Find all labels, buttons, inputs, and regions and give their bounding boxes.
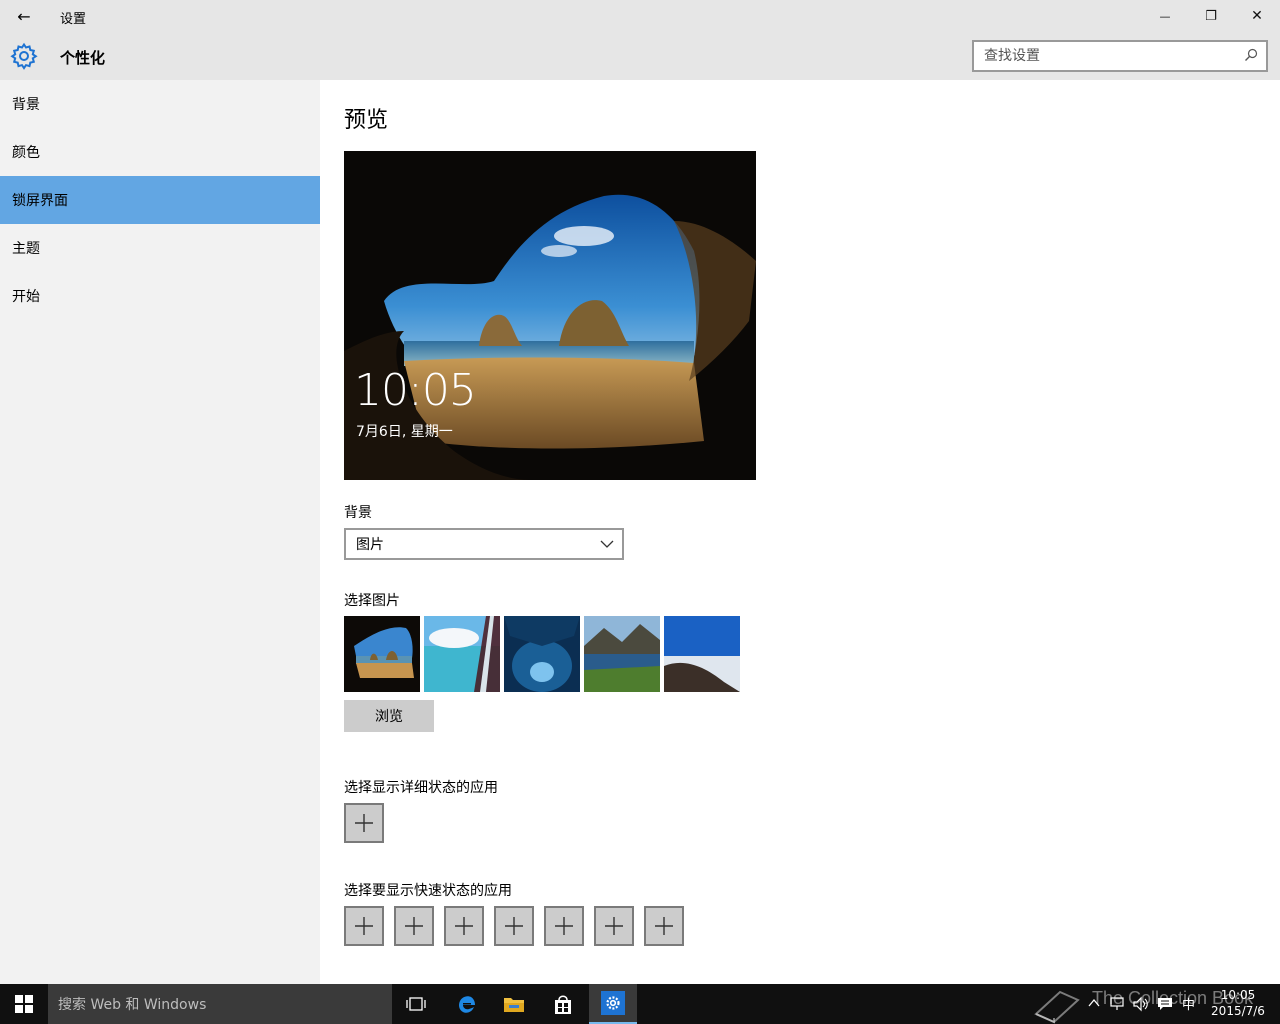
preview-date: 7月6日, 星期一	[356, 424, 453, 440]
back-arrow-icon: ←	[17, 6, 31, 26]
sidebar: 背景 颜色 锁屏界面 主题 开始	[0, 80, 320, 984]
add-detailed-status-app-button[interactable]	[344, 803, 384, 843]
edge-browser-button[interactable]	[442, 984, 490, 1024]
add-quick-status-app-button[interactable]	[494, 906, 534, 946]
plus-icon	[505, 917, 523, 935]
background-dropdown-value: 图片	[356, 537, 384, 553]
background-dropdown[interactable]: 图片	[344, 528, 624, 560]
chevron-down-icon	[600, 540, 614, 548]
back-button[interactable]: ←	[6, 0, 42, 32]
settings-taskbar-button[interactable]	[589, 984, 637, 1024]
input-method-indicator[interactable]: 中	[1182, 994, 1195, 1013]
search-box[interactable]	[972, 40, 1268, 72]
sidebar-item-label: 颜色	[12, 145, 40, 161]
quick-status-label: 选择要显示快速状态的应用	[344, 883, 512, 899]
lock-screen-preview: 10:05 7月6日, 星期一	[344, 151, 756, 480]
restore-icon: ❐	[1205, 8, 1217, 24]
choose-picture-label: 选择图片	[344, 593, 400, 609]
windows-logo-icon	[15, 995, 33, 1013]
network-icon[interactable]	[1110, 996, 1126, 1012]
detailed-status-label: 选择显示详细状态的应用	[344, 780, 498, 796]
sidebar-item-colors[interactable]: 颜色	[0, 128, 320, 176]
sidebar-item-themes[interactable]: 主题	[0, 224, 320, 272]
thumbnail-image	[424, 616, 500, 692]
thumbnail-image	[584, 616, 660, 692]
search-icon	[1245, 48, 1258, 61]
thumbnail-ice-cave[interactable]	[504, 616, 580, 692]
clock-date: 2015/7/6	[1211, 1004, 1265, 1018]
edge-icon	[459, 996, 475, 1013]
thumbnail-mountain-lake[interactable]	[584, 616, 660, 692]
page-header: 个性化	[0, 32, 1280, 80]
plus-icon	[555, 917, 573, 935]
chevron-up-icon[interactable]	[1088, 998, 1100, 1008]
add-quick-status-app-button[interactable]	[594, 906, 634, 946]
sidebar-item-label: 开始	[12, 289, 40, 305]
title-bar: ← 设置 — ❐ ✕	[0, 0, 1280, 32]
thumbnail-cave-beach[interactable]	[344, 616, 420, 692]
add-quick-status-app-button[interactable]	[644, 906, 684, 946]
add-quick-status-app-button[interactable]	[544, 906, 584, 946]
plus-icon	[605, 917, 623, 935]
folder-icon	[504, 998, 524, 1012]
thumbnail-hill-clouds[interactable]	[664, 616, 740, 692]
store-button[interactable]	[539, 984, 587, 1024]
sidebar-item-lock-screen[interactable]: 锁屏界面	[0, 176, 320, 224]
start-button[interactable]	[0, 984, 48, 1024]
background-label: 背景	[344, 505, 372, 521]
book-watermark-icon	[1034, 990, 1080, 1024]
sidebar-item-background[interactable]: 背景	[0, 80, 320, 128]
thumbnail-image	[664, 616, 740, 692]
page-title: 个性化	[60, 49, 106, 67]
close-button[interactable]: ✕	[1234, 0, 1280, 32]
minimize-button[interactable]: —	[1142, 0, 1188, 32]
sidebar-item-label: 锁屏界面	[12, 193, 68, 209]
picture-thumbnails	[344, 616, 740, 692]
volume-icon[interactable]	[1132, 996, 1150, 1012]
taskbar-search-box[interactable]: 搜索 Web 和 Windows	[48, 984, 392, 1024]
task-view-icon	[406, 997, 426, 1011]
taskbar: 搜索 Web 和 Windows The Collection Book 中 1…	[0, 984, 1280, 1024]
plus-icon	[405, 917, 423, 935]
preview-time: 10:05	[354, 365, 477, 416]
plus-icon	[455, 917, 473, 935]
window-title: 设置	[60, 12, 87, 27]
store-bag-icon	[555, 995, 571, 1014]
preview-heading: 预览	[344, 108, 389, 133]
main-content: 预览 10:05 7月6日, 星期一 背景 图片 选择图片 浏览 选择显示详细状…	[320, 80, 1280, 984]
browse-button[interactable]: 浏览	[344, 700, 434, 732]
restore-button[interactable]: ❐	[1188, 0, 1234, 32]
taskbar-search-text: 搜索 Web 和 Windows	[58, 997, 207, 1013]
file-explorer-button[interactable]	[490, 984, 538, 1024]
minimize-icon: —	[1159, 9, 1171, 23]
plus-icon	[655, 917, 673, 935]
gear-icon	[10, 42, 38, 70]
browse-button-label: 浏览	[375, 709, 403, 725]
plus-icon	[355, 814, 373, 832]
add-quick-status-app-button[interactable]	[344, 906, 384, 946]
task-view-button[interactable]	[392, 984, 440, 1024]
sidebar-item-start[interactable]: 开始	[0, 272, 320, 320]
gear-icon	[606, 996, 620, 1010]
close-icon: ✕	[1251, 8, 1263, 24]
thumbnail-aerial-sea[interactable]	[424, 616, 500, 692]
sidebar-item-label: 主题	[12, 241, 40, 257]
thumbnail-image	[504, 616, 580, 692]
action-center-icon[interactable]	[1157, 996, 1173, 1012]
clock-time: 10:05	[1220, 988, 1256, 1002]
add-quick-status-app-button[interactable]	[444, 906, 484, 946]
plus-icon	[355, 917, 373, 935]
sidebar-item-label: 背景	[12, 97, 40, 113]
settings-app-tile	[601, 991, 625, 1015]
add-quick-status-app-button[interactable]	[394, 906, 434, 946]
thumbnail-image	[344, 616, 420, 692]
search-input[interactable]	[974, 42, 1234, 70]
taskbar-clock[interactable]: 10:05 2015/7/6	[1206, 987, 1270, 1019]
